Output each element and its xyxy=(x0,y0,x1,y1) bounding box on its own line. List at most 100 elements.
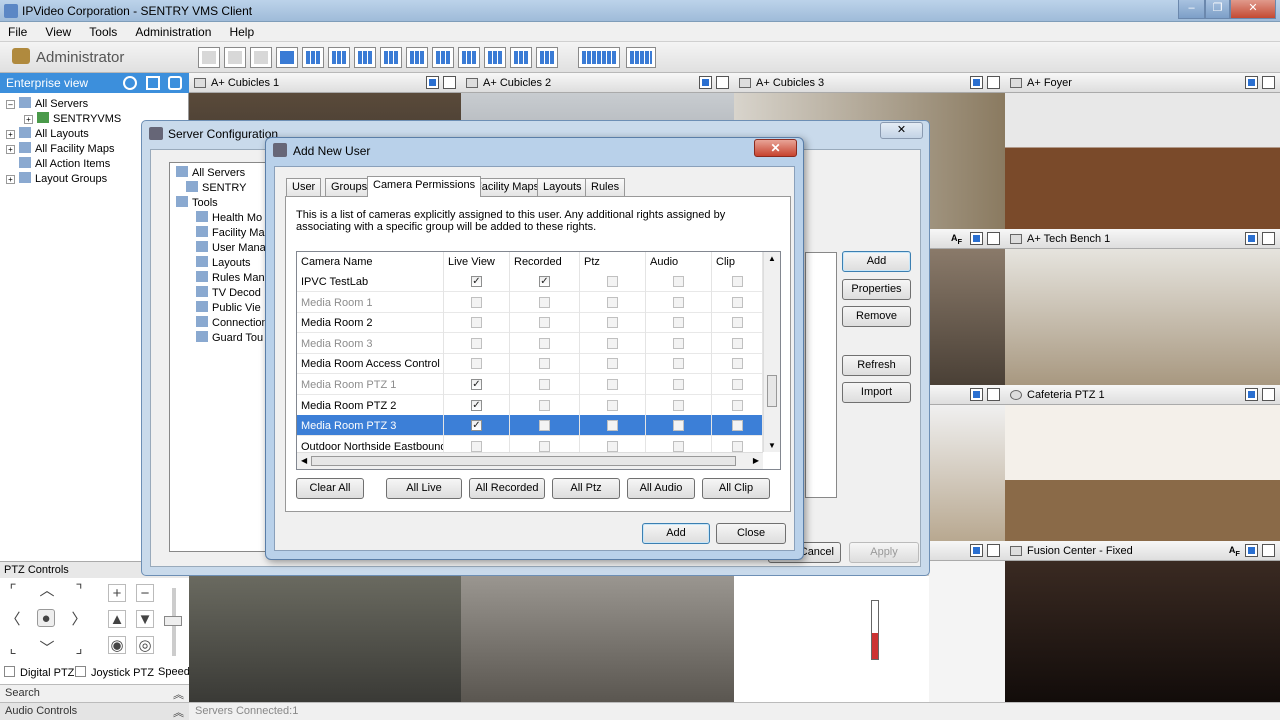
ptz-down-icon[interactable]: ﹀ xyxy=(38,640,56,658)
audio-checkbox[interactable] xyxy=(673,337,684,349)
import-button[interactable]: Import xyxy=(842,382,911,403)
all-recorded-button[interactable]: All Recorded xyxy=(469,478,545,499)
clip-checkbox[interactable] xyxy=(731,399,743,411)
camera-tile-partial-3[interactable] xyxy=(929,541,1005,702)
clip-checkbox[interactable] xyxy=(731,337,743,349)
column-header-recorded[interactable]: Recorded xyxy=(510,252,580,271)
ptz-checkbox[interactable] xyxy=(607,317,618,329)
clear-all-button[interactable]: Clear All xyxy=(296,478,364,499)
iris-open-icon[interactable]: ◉ xyxy=(108,636,126,654)
clip-checkbox[interactable] xyxy=(731,276,743,287)
speed-slider-thumb[interactable] xyxy=(164,616,182,626)
tree-item-all-action-items[interactable]: +All Action Items xyxy=(6,157,110,170)
menu-view[interactable]: View xyxy=(37,22,78,39)
zoom-out-icon[interactable]: − xyxy=(136,584,154,602)
tab-layouts[interactable]: Layouts xyxy=(537,178,588,196)
recorded-checkbox[interactable] xyxy=(539,440,550,452)
focus-far-icon[interactable]: ▼ xyxy=(136,610,154,628)
layout-button-4[interactable] xyxy=(276,47,298,68)
audio-checkbox[interactable] xyxy=(673,420,684,432)
layout-button-12[interactable] xyxy=(484,47,506,68)
audio-controls-header[interactable]: Audio Controls ︽ xyxy=(0,702,189,720)
server-config-tree-item[interactable]: Guard Tou xyxy=(196,331,263,344)
ptz-checkbox[interactable] xyxy=(607,420,618,432)
layout-button-13[interactable] xyxy=(510,47,532,68)
home-icon[interactable] xyxy=(146,76,160,90)
camera-tile-bottom-3[interactable] xyxy=(734,576,929,702)
camera-tile-fusion-center[interactable]: Fusion Center - Fixed AF xyxy=(1005,541,1280,702)
grid-horizontal-scrollbar[interactable]: ◀ ▶ xyxy=(297,452,763,469)
server-config-tree-item[interactable]: User Mana xyxy=(196,241,266,254)
joystick-ptz-option[interactable]: Joystick PTZ xyxy=(75,666,154,679)
layout-button-1[interactable] xyxy=(198,47,220,68)
clip-checkbox[interactable] xyxy=(731,296,743,308)
server-config-tree-item[interactable]: Public Vie xyxy=(196,301,261,314)
audio-checkbox[interactable] xyxy=(673,440,684,452)
audio-checkbox[interactable] xyxy=(673,379,684,390)
live-checkbox[interactable]: ✓ xyxy=(471,379,482,390)
audio-checkbox[interactable] xyxy=(673,358,684,370)
recorded-checkbox[interactable] xyxy=(539,379,550,390)
tree-item-all-facility-maps[interactable]: + All Facility Maps xyxy=(6,142,114,155)
dialog-close-icon[interactable]: ✕ xyxy=(754,139,797,157)
tab-camera-permissions[interactable]: Camera Permissions xyxy=(367,176,482,197)
maximize-button[interactable]: ❐ xyxy=(1205,0,1230,19)
server-config-tree-item[interactable]: All Servers xyxy=(176,166,245,179)
user-indicator[interactable]: Administrator xyxy=(12,48,124,66)
permission-row[interactable]: Media Room PTZ 1 ✓ xyxy=(297,374,763,395)
permission-row[interactable]: Media Room Access Control xyxy=(297,353,763,375)
recorded-checkbox[interactable] xyxy=(539,420,550,432)
server-config-tree-item[interactable]: Layouts xyxy=(196,256,251,269)
digital-ptz-option[interactable]: Digital PTZ xyxy=(4,666,74,679)
menu-help[interactable]: Help xyxy=(221,22,261,39)
properties-button[interactable]: Properties xyxy=(842,279,911,300)
permission-row[interactable]: IPVC TestLab ✓ ✓ xyxy=(297,271,763,292)
recorded-checkbox[interactable] xyxy=(539,337,550,349)
layout-button-11[interactable] xyxy=(458,47,480,68)
tab-rules[interactable]: Rules xyxy=(585,178,626,196)
tree-item-all-layouts[interactable]: + All Layouts xyxy=(6,127,89,140)
ptz-checkbox[interactable] xyxy=(607,440,618,452)
all-live-button[interactable]: All Live xyxy=(386,478,462,499)
grid-vertical-scrollbar[interactable]: ▲ ▼ xyxy=(763,252,780,452)
layout-button-9[interactable] xyxy=(406,47,428,68)
audio-checkbox[interactable] xyxy=(673,317,684,329)
column-header-live-view[interactable]: Live View xyxy=(444,252,510,271)
layout-button-3[interactable] xyxy=(250,47,272,68)
live-checkbox[interactable]: ✓ xyxy=(471,399,482,411)
live-checkbox[interactable] xyxy=(471,440,482,452)
layout-button-8[interactable] xyxy=(380,47,402,68)
ptz-right-icon[interactable]: 〉 xyxy=(70,611,88,629)
clip-checkbox[interactable] xyxy=(731,420,743,432)
live-checkbox[interactable] xyxy=(471,337,482,349)
tree-item-layout-groups[interactable]: + Layout Groups xyxy=(6,172,107,185)
camera-tile-partial-1[interactable]: AF xyxy=(929,229,1005,385)
tree-item-sentryvms[interactable]: + SENTRYVMS xyxy=(24,112,121,125)
menu-tools[interactable]: Tools xyxy=(81,22,124,39)
column-header-clip[interactable]: Clip xyxy=(712,252,763,271)
add-user-button[interactable]: Add xyxy=(842,251,911,272)
ptz-checkbox[interactable] xyxy=(607,379,618,390)
grid-icon[interactable] xyxy=(168,76,182,90)
permission-row[interactable]: Media Room 3 xyxy=(297,332,763,354)
ptz-checkbox[interactable] xyxy=(607,358,618,370)
clip-checkbox[interactable] xyxy=(731,358,743,370)
camera-tile-foyer[interactable]: A+ Foyer xyxy=(1005,73,1280,229)
live-checkbox[interactable] xyxy=(471,296,482,308)
refresh-button[interactable]: Refresh xyxy=(842,355,911,376)
layout-button-5[interactable] xyxy=(302,47,324,68)
ptz-checkbox[interactable] xyxy=(607,399,618,411)
tree-item-all-servers[interactable]: – All Servers xyxy=(6,97,88,110)
layout-button-14[interactable] xyxy=(536,47,558,68)
layout-button-16[interactable] xyxy=(626,47,656,68)
menu-administration[interactable]: Administration xyxy=(127,22,218,39)
server-config-tree-item[interactable]: Connection xyxy=(196,316,268,329)
audio-checkbox[interactable] xyxy=(673,276,684,287)
recorded-checkbox[interactable] xyxy=(539,358,550,370)
ptz-up-right-icon[interactable]: ⌝ xyxy=(70,582,88,600)
ptz-checkbox[interactable] xyxy=(607,276,618,287)
dialog-add-button[interactable]: Add xyxy=(642,523,710,544)
clip-checkbox[interactable] xyxy=(731,440,743,452)
permission-row[interactable]: Media Room 2 xyxy=(297,312,763,334)
server-config-tree-item[interactable]: Tools xyxy=(176,196,218,209)
